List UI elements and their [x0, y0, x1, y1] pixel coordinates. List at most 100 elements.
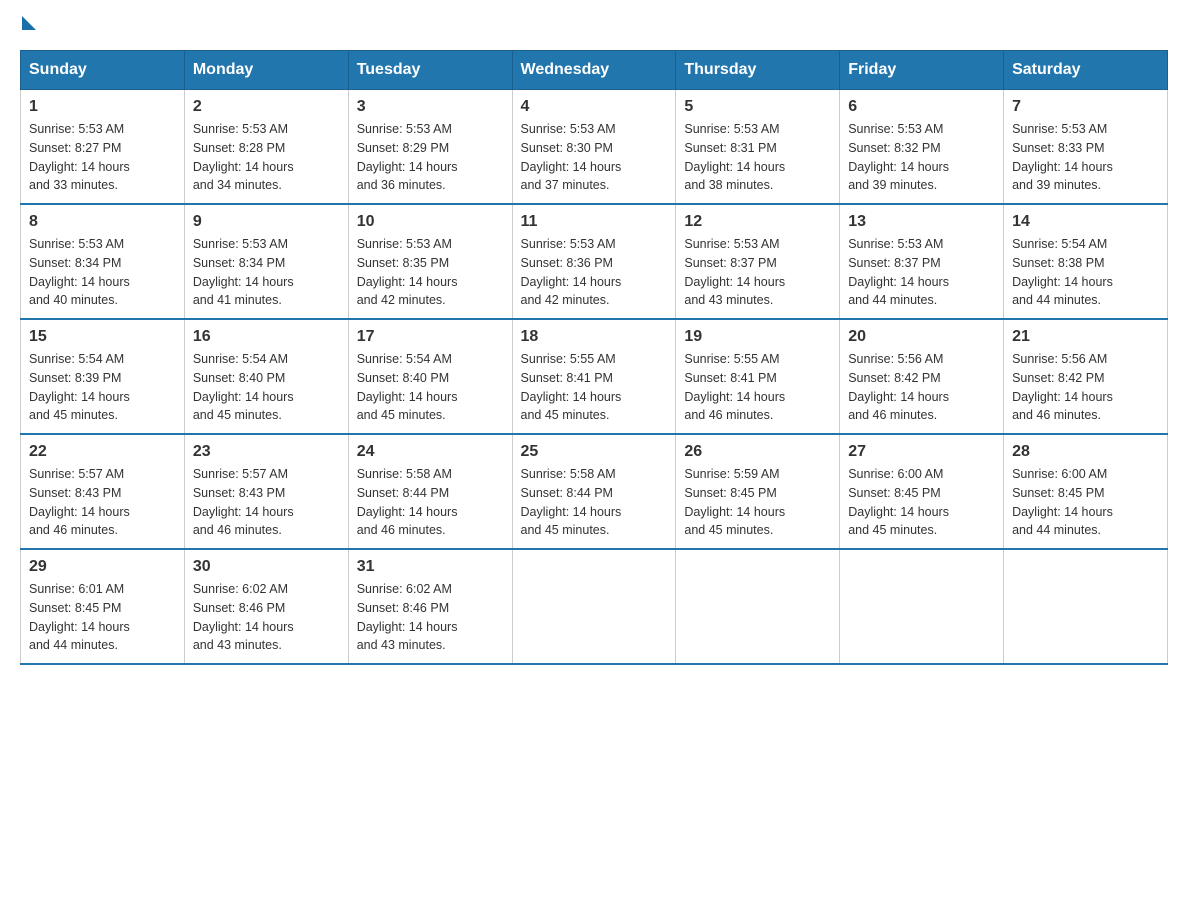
day-info: Sunrise: 6:00 AM Sunset: 8:45 PM Dayligh…	[1012, 465, 1159, 540]
day-info: Sunrise: 5:53 AM Sunset: 8:34 PM Dayligh…	[29, 235, 176, 310]
calendar-week-row: 15 Sunrise: 5:54 AM Sunset: 8:39 PM Dayl…	[21, 319, 1168, 434]
day-info: Sunrise: 5:56 AM Sunset: 8:42 PM Dayligh…	[848, 350, 995, 425]
day-number: 20	[848, 328, 995, 346]
logo	[20, 20, 36, 30]
calendar-day-cell: 5 Sunrise: 5:53 AM Sunset: 8:31 PM Dayli…	[676, 90, 840, 205]
calendar-day-cell	[512, 549, 676, 664]
calendar-day-cell: 19 Sunrise: 5:55 AM Sunset: 8:41 PM Dayl…	[676, 319, 840, 434]
weekday-header-row: SundayMondayTuesdayWednesdayThursdayFrid…	[21, 51, 1168, 90]
day-info: Sunrise: 5:57 AM Sunset: 8:43 PM Dayligh…	[193, 465, 340, 540]
day-number: 4	[521, 98, 668, 116]
calendar-day-cell: 23 Sunrise: 5:57 AM Sunset: 8:43 PM Dayl…	[184, 434, 348, 549]
calendar-day-cell: 20 Sunrise: 5:56 AM Sunset: 8:42 PM Dayl…	[840, 319, 1004, 434]
day-number: 16	[193, 328, 340, 346]
day-number: 12	[684, 213, 831, 231]
weekday-header-monday: Monday	[184, 51, 348, 90]
day-info: Sunrise: 5:53 AM Sunset: 8:29 PM Dayligh…	[357, 120, 504, 195]
day-info: Sunrise: 5:55 AM Sunset: 8:41 PM Dayligh…	[521, 350, 668, 425]
calendar-day-cell: 16 Sunrise: 5:54 AM Sunset: 8:40 PM Dayl…	[184, 319, 348, 434]
calendar-day-cell: 31 Sunrise: 6:02 AM Sunset: 8:46 PM Dayl…	[348, 549, 512, 664]
day-number: 3	[357, 98, 504, 116]
calendar-day-cell: 6 Sunrise: 5:53 AM Sunset: 8:32 PM Dayli…	[840, 90, 1004, 205]
day-info: Sunrise: 5:53 AM Sunset: 8:28 PM Dayligh…	[193, 120, 340, 195]
weekday-header-wednesday: Wednesday	[512, 51, 676, 90]
day-number: 1	[29, 98, 176, 116]
calendar-day-cell: 21 Sunrise: 5:56 AM Sunset: 8:42 PM Dayl…	[1004, 319, 1168, 434]
day-info: Sunrise: 6:00 AM Sunset: 8:45 PM Dayligh…	[848, 465, 995, 540]
day-number: 26	[684, 443, 831, 461]
day-number: 21	[1012, 328, 1159, 346]
day-info: Sunrise: 6:02 AM Sunset: 8:46 PM Dayligh…	[357, 580, 504, 655]
day-number: 2	[193, 98, 340, 116]
day-info: Sunrise: 5:58 AM Sunset: 8:44 PM Dayligh…	[521, 465, 668, 540]
calendar-day-cell	[1004, 549, 1168, 664]
day-info: Sunrise: 5:53 AM Sunset: 8:33 PM Dayligh…	[1012, 120, 1159, 195]
weekday-header-saturday: Saturday	[1004, 51, 1168, 90]
calendar-day-cell: 14 Sunrise: 5:54 AM Sunset: 8:38 PM Dayl…	[1004, 204, 1168, 319]
page-header	[20, 20, 1168, 30]
calendar-week-row: 1 Sunrise: 5:53 AM Sunset: 8:27 PM Dayli…	[21, 90, 1168, 205]
calendar-day-cell: 12 Sunrise: 5:53 AM Sunset: 8:37 PM Dayl…	[676, 204, 840, 319]
logo-arrow-icon	[22, 16, 36, 30]
day-info: Sunrise: 5:56 AM Sunset: 8:42 PM Dayligh…	[1012, 350, 1159, 425]
day-info: Sunrise: 5:53 AM Sunset: 8:32 PM Dayligh…	[848, 120, 995, 195]
day-info: Sunrise: 5:53 AM Sunset: 8:36 PM Dayligh…	[521, 235, 668, 310]
day-info: Sunrise: 5:54 AM Sunset: 8:40 PM Dayligh…	[357, 350, 504, 425]
calendar-day-cell: 1 Sunrise: 5:53 AM Sunset: 8:27 PM Dayli…	[21, 90, 185, 205]
calendar-day-cell: 26 Sunrise: 5:59 AM Sunset: 8:45 PM Dayl…	[676, 434, 840, 549]
day-number: 7	[1012, 98, 1159, 116]
day-info: Sunrise: 5:54 AM Sunset: 8:39 PM Dayligh…	[29, 350, 176, 425]
calendar-day-cell: 27 Sunrise: 6:00 AM Sunset: 8:45 PM Dayl…	[840, 434, 1004, 549]
day-number: 5	[684, 98, 831, 116]
calendar-day-cell: 28 Sunrise: 6:00 AM Sunset: 8:45 PM Dayl…	[1004, 434, 1168, 549]
day-info: Sunrise: 5:58 AM Sunset: 8:44 PM Dayligh…	[357, 465, 504, 540]
calendar-week-row: 8 Sunrise: 5:53 AM Sunset: 8:34 PM Dayli…	[21, 204, 1168, 319]
calendar-day-cell: 17 Sunrise: 5:54 AM Sunset: 8:40 PM Dayl…	[348, 319, 512, 434]
calendar-day-cell: 18 Sunrise: 5:55 AM Sunset: 8:41 PM Dayl…	[512, 319, 676, 434]
day-number: 29	[29, 558, 176, 576]
calendar-day-cell: 24 Sunrise: 5:58 AM Sunset: 8:44 PM Dayl…	[348, 434, 512, 549]
weekday-header-tuesday: Tuesday	[348, 51, 512, 90]
day-number: 24	[357, 443, 504, 461]
day-info: Sunrise: 5:53 AM Sunset: 8:31 PM Dayligh…	[684, 120, 831, 195]
day-number: 6	[848, 98, 995, 116]
day-number: 30	[193, 558, 340, 576]
day-info: Sunrise: 5:53 AM Sunset: 8:37 PM Dayligh…	[848, 235, 995, 310]
day-number: 10	[357, 213, 504, 231]
calendar-day-cell	[676, 549, 840, 664]
day-info: Sunrise: 5:53 AM Sunset: 8:34 PM Dayligh…	[193, 235, 340, 310]
day-info: Sunrise: 5:53 AM Sunset: 8:27 PM Dayligh…	[29, 120, 176, 195]
calendar-day-cell: 30 Sunrise: 6:02 AM Sunset: 8:46 PM Dayl…	[184, 549, 348, 664]
day-info: Sunrise: 5:53 AM Sunset: 8:35 PM Dayligh…	[357, 235, 504, 310]
calendar-day-cell: 29 Sunrise: 6:01 AM Sunset: 8:45 PM Dayl…	[21, 549, 185, 664]
day-info: Sunrise: 5:55 AM Sunset: 8:41 PM Dayligh…	[684, 350, 831, 425]
calendar-week-row: 22 Sunrise: 5:57 AM Sunset: 8:43 PM Dayl…	[21, 434, 1168, 549]
day-info: Sunrise: 5:53 AM Sunset: 8:30 PM Dayligh…	[521, 120, 668, 195]
calendar-day-cell: 4 Sunrise: 5:53 AM Sunset: 8:30 PM Dayli…	[512, 90, 676, 205]
calendar-day-cell: 2 Sunrise: 5:53 AM Sunset: 8:28 PM Dayli…	[184, 90, 348, 205]
day-number: 17	[357, 328, 504, 346]
day-info: Sunrise: 5:59 AM Sunset: 8:45 PM Dayligh…	[684, 465, 831, 540]
calendar-day-cell: 8 Sunrise: 5:53 AM Sunset: 8:34 PM Dayli…	[21, 204, 185, 319]
day-number: 27	[848, 443, 995, 461]
day-number: 14	[1012, 213, 1159, 231]
calendar-day-cell: 22 Sunrise: 5:57 AM Sunset: 8:43 PM Dayl…	[21, 434, 185, 549]
weekday-header-friday: Friday	[840, 51, 1004, 90]
day-number: 13	[848, 213, 995, 231]
calendar-day-cell: 9 Sunrise: 5:53 AM Sunset: 8:34 PM Dayli…	[184, 204, 348, 319]
day-number: 8	[29, 213, 176, 231]
day-info: Sunrise: 5:57 AM Sunset: 8:43 PM Dayligh…	[29, 465, 176, 540]
day-number: 15	[29, 328, 176, 346]
calendar-day-cell: 7 Sunrise: 5:53 AM Sunset: 8:33 PM Dayli…	[1004, 90, 1168, 205]
calendar-week-row: 29 Sunrise: 6:01 AM Sunset: 8:45 PM Dayl…	[21, 549, 1168, 664]
calendar-day-cell: 11 Sunrise: 5:53 AM Sunset: 8:36 PM Dayl…	[512, 204, 676, 319]
calendar-table: SundayMondayTuesdayWednesdayThursdayFrid…	[20, 50, 1168, 665]
calendar-day-cell: 3 Sunrise: 5:53 AM Sunset: 8:29 PM Dayli…	[348, 90, 512, 205]
calendar-day-cell: 10 Sunrise: 5:53 AM Sunset: 8:35 PM Dayl…	[348, 204, 512, 319]
day-number: 19	[684, 328, 831, 346]
calendar-body: 1 Sunrise: 5:53 AM Sunset: 8:27 PM Dayli…	[21, 90, 1168, 665]
day-info: Sunrise: 6:02 AM Sunset: 8:46 PM Dayligh…	[193, 580, 340, 655]
calendar-day-cell: 25 Sunrise: 5:58 AM Sunset: 8:44 PM Dayl…	[512, 434, 676, 549]
day-info: Sunrise: 5:54 AM Sunset: 8:38 PM Dayligh…	[1012, 235, 1159, 310]
day-number: 28	[1012, 443, 1159, 461]
